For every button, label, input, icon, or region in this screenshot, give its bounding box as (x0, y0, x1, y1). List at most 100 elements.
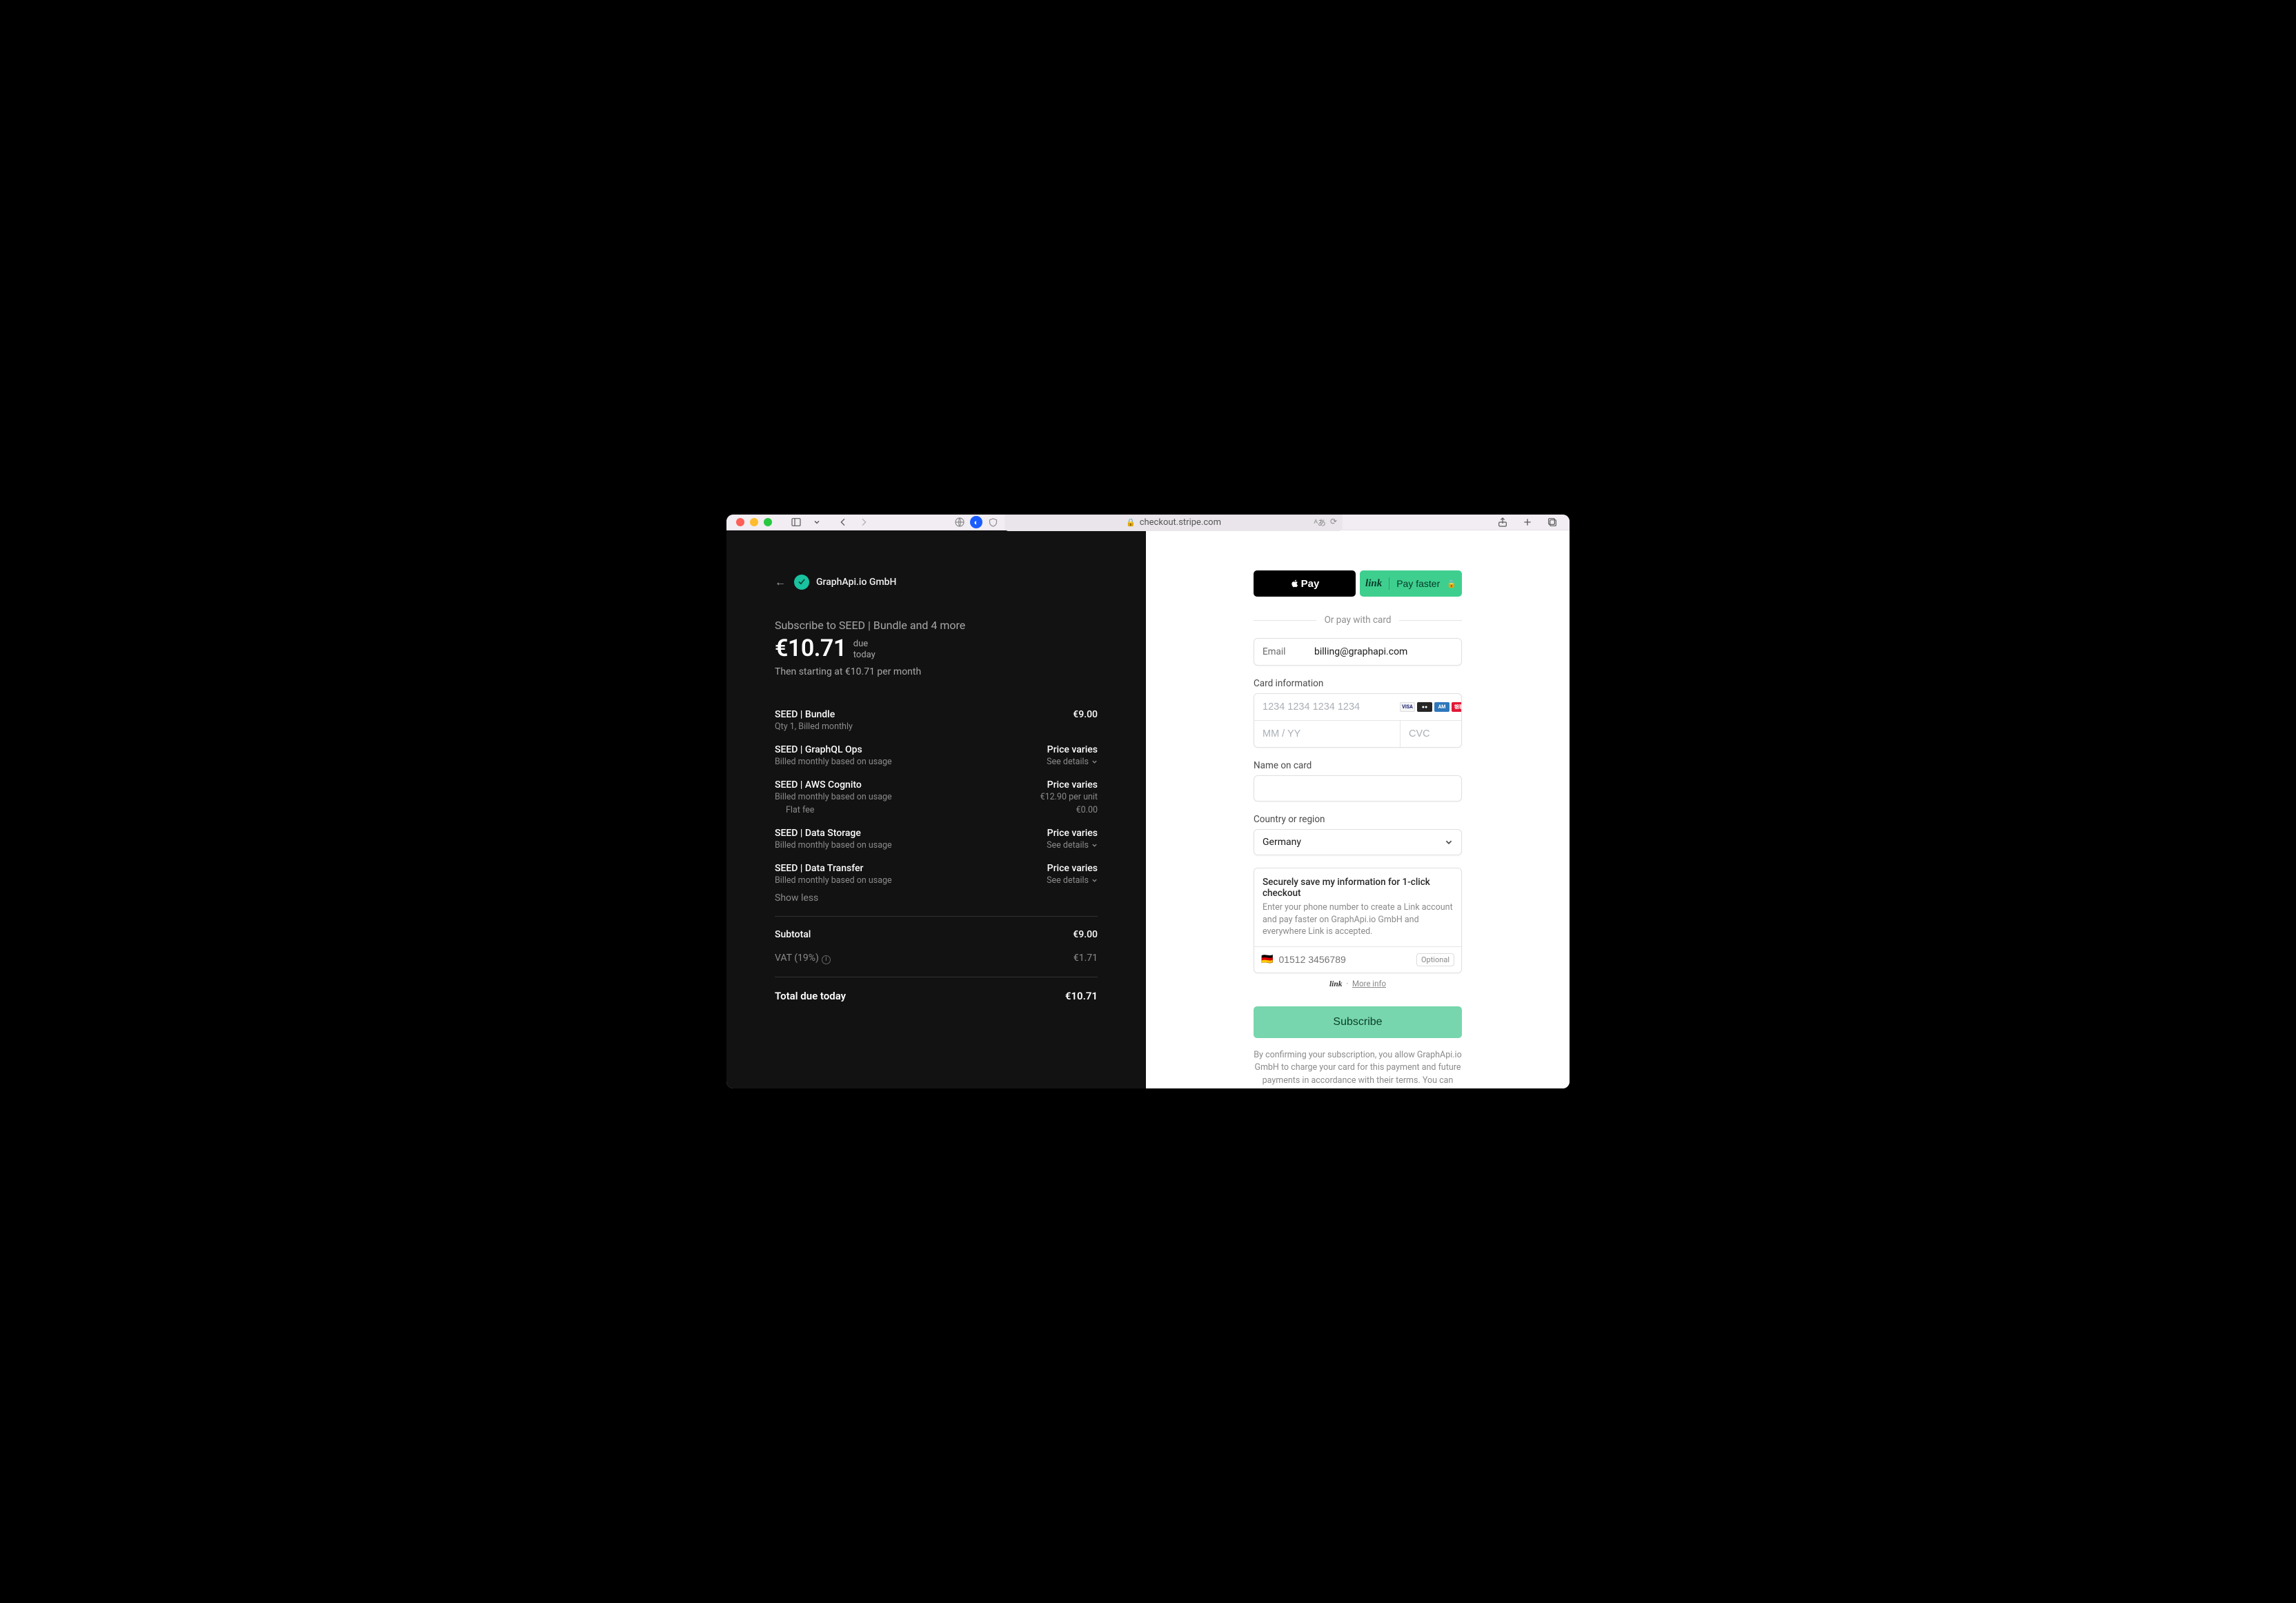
item-sub: Billed monthly based on usage (775, 875, 892, 886)
item-price: Price varies (1047, 779, 1098, 790)
flat-fee-label: Flat fee (786, 805, 814, 815)
line-item: SEED | AWS Cognito Price varies (775, 774, 1098, 790)
link-logo-small: link (1329, 980, 1343, 988)
close-window-button[interactable] (736, 518, 744, 526)
url-host: checkout.stripe.com (1140, 517, 1221, 528)
apple-pay-label: Pay (1301, 578, 1320, 590)
sidebar-toggle-icon[interactable] (789, 515, 804, 530)
extension-1password-icon[interactable]: ◐ (970, 516, 982, 528)
extension-shield-icon[interactable] (987, 516, 999, 528)
item-name: SEED | Bundle (775, 709, 835, 720)
tab-dropdown-icon[interactable] (809, 515, 824, 530)
apple-icon (1290, 579, 1300, 588)
item-price: Price varies (1047, 863, 1098, 874)
see-details-link[interactable]: See details (1047, 757, 1098, 767)
link-save-title: Securely save my information for 1-click… (1263, 877, 1453, 899)
email-label: Email (1263, 646, 1314, 657)
item-name: SEED | Data Transfer (775, 863, 863, 874)
country-select[interactable]: Germany (1254, 829, 1462, 855)
cvc-input[interactable] (1401, 721, 1462, 747)
vat-value: €1.71 (1073, 953, 1098, 964)
forward-button[interactable] (856, 515, 871, 530)
apple-pay-button[interactable]: Pay (1254, 570, 1356, 597)
email-value: billing@graphapi.com (1314, 646, 1407, 657)
line-item: SEED | Data Storage Price varies (775, 822, 1098, 839)
lock-icon: 🔒 (1447, 579, 1456, 588)
link-pay-label: Pay faster (1396, 578, 1440, 589)
back-arrow-icon[interactable]: ← (775, 575, 786, 589)
amount-due: €10.71 (775, 635, 847, 662)
reader-icon[interactable]: ᴬあ (1314, 517, 1325, 528)
minimize-window-button[interactable] (750, 518, 758, 526)
line-item: SEED | Bundle €9.00 (775, 704, 1098, 720)
country-label: Country or region (1254, 814, 1462, 825)
flat-fee-value: €0.00 (1076, 805, 1098, 815)
order-summary-panel: ← GraphApi.io GmbH Subscribe to SEED | B… (726, 530, 1146, 1088)
item-name: SEED | GraphQL Ops (775, 744, 862, 755)
extension-globe-icon[interactable] (953, 516, 966, 528)
see-details-link[interactable]: See details (1047, 840, 1098, 850)
url-bar[interactable]: 🔒 checkout.stripe.com ᴬあ ⟳ (1004, 515, 1343, 531)
more-info-link[interactable]: More info (1352, 979, 1386, 988)
window-controls (736, 518, 772, 526)
merchant-logo (794, 575, 809, 590)
card-brand-icons: VISA ●● AM 银联 (1400, 702, 1462, 712)
item-unit-price: €12.90 per unit (1040, 792, 1098, 802)
optional-badge: Optional (1416, 953, 1454, 966)
card-info-label: Card information (1254, 678, 1462, 689)
link-logo: link (1365, 578, 1382, 590)
or-label: Or pay with card (1316, 615, 1400, 626)
expiry-input[interactable] (1254, 721, 1401, 747)
subtotal-label: Subtotal (775, 929, 811, 940)
browser-window: ◐ 🔒 checkout.stripe.com ᴬあ ⟳ (726, 515, 1570, 1088)
unionpay-icon: 银联 (1452, 702, 1462, 712)
tabs-overview-icon[interactable] (1545, 515, 1560, 530)
back-button[interactable] (835, 515, 851, 530)
total-due-label: Total due today (775, 990, 846, 1002)
line-item: SEED | Data Transfer Price varies (775, 857, 1098, 874)
visa-icon: VISA (1400, 702, 1415, 712)
vat-label: VAT (19%) (775, 953, 819, 964)
extension-icons: ◐ (953, 516, 999, 528)
item-sub: Qty 1, Billed monthly (775, 721, 853, 732)
see-details-link[interactable]: See details (1047, 875, 1098, 886)
link-pay-button[interactable]: link Pay faster 🔒 (1360, 570, 1462, 597)
card-number-input[interactable] (1254, 694, 1400, 720)
subscribe-button[interactable]: Subscribe (1254, 1006, 1462, 1038)
email-field[interactable]: Email billing@graphapi.com (1254, 638, 1462, 666)
browser-toolbar: ◐ 🔒 checkout.stripe.com ᴬあ ⟳ (726, 515, 1570, 530)
total-due-value: €10.71 (1065, 990, 1098, 1002)
confirm-text: By confirming your subscription, you all… (1254, 1049, 1462, 1089)
line-item: SEED | GraphQL Ops Price varies (775, 739, 1098, 755)
amex-icon: AM (1434, 702, 1449, 712)
due-label-2: today (853, 650, 875, 661)
share-icon[interactable] (1495, 515, 1510, 530)
show-less-toggle[interactable]: Show less (775, 893, 1098, 904)
reload-icon[interactable]: ⟳ (1330, 517, 1337, 528)
name-on-card-label: Name on card (1254, 760, 1462, 771)
info-icon[interactable]: i (822, 955, 831, 964)
line-items: SEED | Bundle €9.00 Qty 1, Billed monthl… (775, 704, 1098, 1002)
flag-icon[interactable]: 🇩🇪 (1261, 954, 1273, 965)
or-divider: Or pay with card (1254, 615, 1462, 626)
mastercard-icon: ●● (1417, 702, 1432, 712)
payment-panel: Pay link Pay faster 🔒 Or pay with card (1146, 530, 1570, 1088)
maximize-window-button[interactable] (764, 518, 772, 526)
subtotal-value: €9.00 (1073, 929, 1098, 940)
new-tab-icon[interactable] (1520, 515, 1535, 530)
item-name: SEED | AWS Cognito (775, 779, 862, 790)
link-save-box: Securely save my information for 1-click… (1254, 868, 1462, 973)
country-value: Germany (1263, 837, 1301, 848)
lock-icon: 🔒 (1126, 518, 1136, 527)
recurring-note: Then starting at €10.71 per month (775, 666, 1098, 677)
item-price: Price varies (1047, 744, 1098, 755)
item-name: SEED | Data Storage (775, 828, 861, 839)
link-more-info: link · More info (1254, 979, 1462, 988)
due-label-1: due (853, 639, 875, 650)
link-save-desc: Enter your phone number to create a Link… (1263, 902, 1453, 938)
item-price: €9.00 (1073, 709, 1098, 720)
phone-input[interactable] (1278, 954, 1411, 965)
item-sub: Billed monthly based on usage (775, 792, 892, 802)
merchant-name: GraphApi.io GmbH (816, 577, 896, 588)
name-on-card-input[interactable] (1254, 775, 1462, 802)
